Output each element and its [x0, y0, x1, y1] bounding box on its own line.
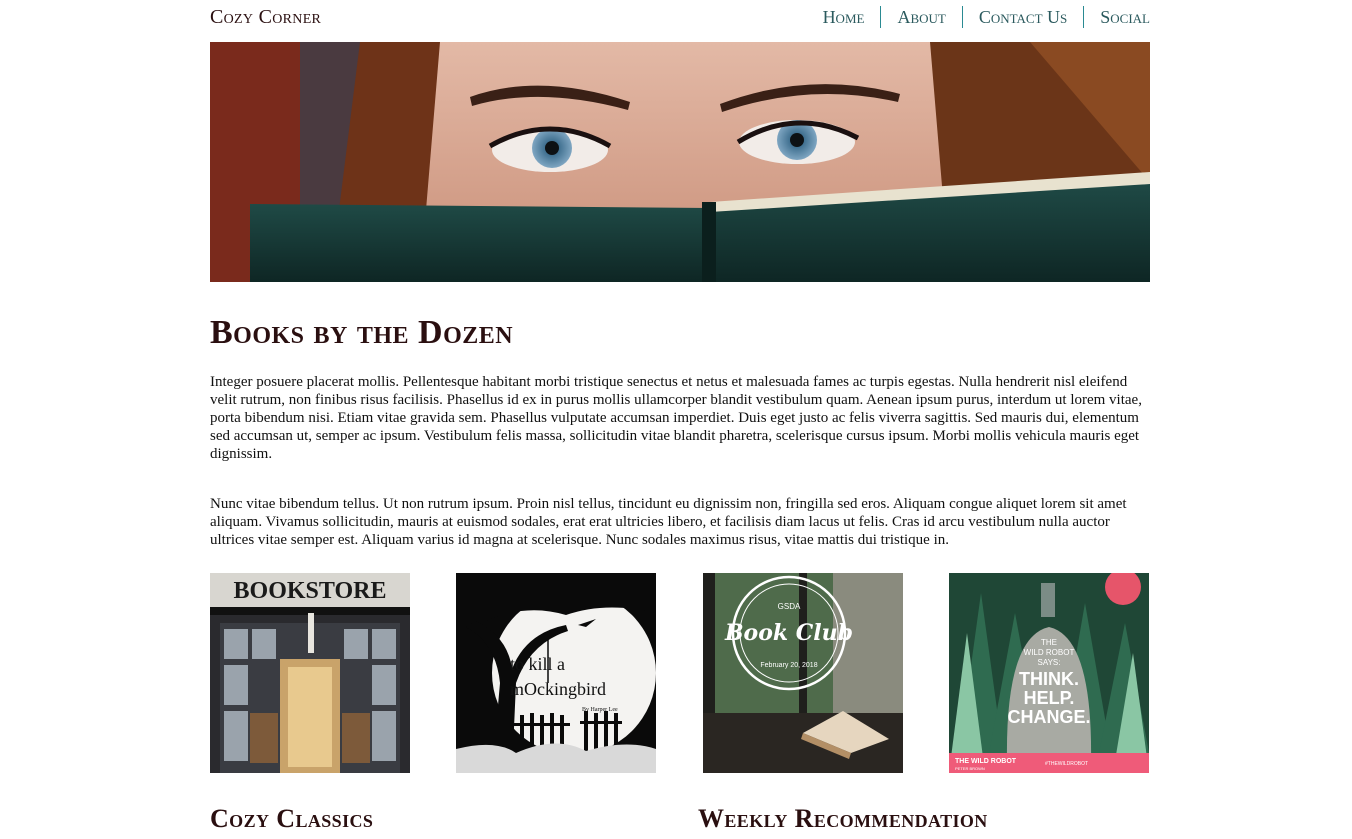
book-club-title: Book Club [724, 620, 853, 646]
second-paragraph: Nunc vitae bibendum tellus. Ut non rutru… [210, 496, 1127, 548]
wild-robot-tag-0: THE [1041, 638, 1057, 647]
nav-home[interactable]: Home [807, 6, 881, 28]
section-title-cozy-classics: Cozy Classics [210, 804, 374, 833]
wild-robot-tag-2: SAYS: [1038, 658, 1061, 667]
bookstore-image[interactable]: BOOKSTORE [210, 573, 410, 773]
wild-robot-author: PETER BROWN [955, 766, 985, 771]
page-container: Cozy Corner Home About Contact Us Social [210, 0, 1150, 839]
wild-robot-tag-3: THINK. [1019, 669, 1079, 689]
nav-contact-us[interactable]: Contact Us [963, 6, 1083, 28]
intro-paragraph: Integer posuere placerat mollis. Pellent… [210, 374, 1142, 462]
wild-robot-hashtag: #THEWILDROBOT [1045, 761, 1088, 767]
book-club-image[interactable]: GSDA Book Club February 20, 2018 [703, 573, 903, 773]
nav-about[interactable]: About [881, 6, 961, 28]
thumbnail-gallery: BOOKSTORE to kill a mOckingbird By Harpe… [210, 573, 1150, 773]
wild-robot-image[interactable]: THE WILD ROBOT SAYS: THINK. HELP. CHANGE… [949, 573, 1149, 773]
site-title[interactable]: Cozy Corner [210, 6, 321, 29]
book-club-org: GSDA [778, 602, 801, 611]
wild-robot-tag-1: WILD ROBOT [1024, 648, 1075, 657]
bookstore-sign: BOOKSTORE [234, 578, 387, 604]
section-title-weekly-recommendation: Weekly Recommendation [698, 804, 988, 833]
page-title: Books by the Dozen [210, 314, 514, 351]
main-nav: Home About Contact Us Social [807, 6, 1150, 28]
wild-robot-footer: THE WILD ROBOT [955, 758, 1017, 765]
mockingbird-image[interactable]: to kill a mOckingbird By Harper Lee [456, 573, 656, 773]
nav-social[interactable]: Social [1084, 6, 1150, 28]
book-club-date: February 20, 2018 [760, 662, 817, 669]
mockingbird-title-line2: mOckingbird [510, 679, 606, 699]
hero-image [210, 42, 1150, 282]
mockingbird-title-line1: to kill a [510, 654, 565, 674]
wild-robot-tag-4: HELP. [1024, 688, 1075, 708]
wild-robot-tag-5: CHANGE. [1007, 707, 1090, 727]
